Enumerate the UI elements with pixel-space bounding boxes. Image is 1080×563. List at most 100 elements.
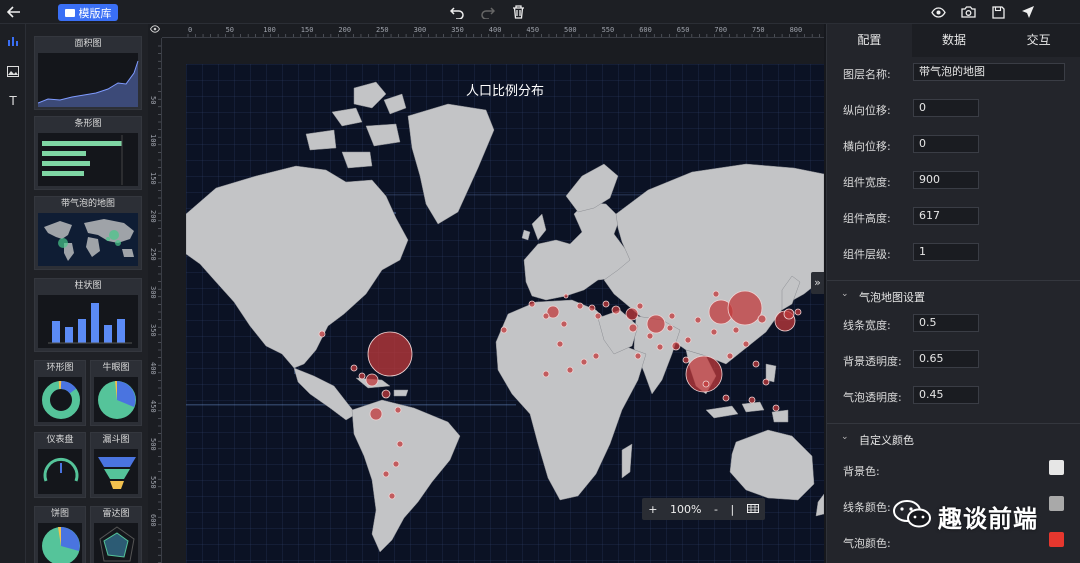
- map-bubble[interactable]: [726, 352, 734, 360]
- bar-chart-icon[interactable]: [6, 34, 20, 48]
- map-bubble[interactable]: [367, 331, 413, 377]
- undo-icon[interactable]: [447, 2, 467, 22]
- map-bubble[interactable]: [594, 312, 602, 320]
- component-card-ring[interactable]: 环形图: [34, 360, 86, 426]
- map-bubble[interactable]: [392, 460, 400, 468]
- tab-interaction[interactable]: 交互: [996, 24, 1080, 57]
- component-card-pie[interactable]: 饼图: [34, 506, 86, 563]
- eye-icon[interactable]: [928, 2, 948, 22]
- eye-icon[interactable]: [148, 24, 162, 38]
- map-bubble[interactable]: [794, 308, 802, 316]
- map-bubble[interactable]: [563, 293, 569, 299]
- component-card-bar[interactable]: 条形图: [34, 116, 142, 190]
- map-bubble[interactable]: [350, 364, 358, 372]
- component-card-bubble-map[interactable]: 带气泡的地图: [34, 196, 142, 270]
- map-bubble[interactable]: [684, 336, 692, 344]
- map-bubble[interactable]: [634, 352, 642, 360]
- tab-data[interactable]: 数据: [912, 24, 997, 57]
- map-bubble[interactable]: [542, 370, 550, 378]
- send-icon[interactable]: [1018, 2, 1038, 22]
- map-bubble[interactable]: [712, 290, 720, 298]
- map-bubble[interactable]: [671, 341, 681, 351]
- bubble-map-component[interactable]: 人口比例分布: [186, 64, 824, 563]
- map-bubble[interactable]: [772, 404, 780, 412]
- editor-canvas[interactable]: 人口比例分布 + 100% - |: [162, 38, 824, 563]
- map-bubble[interactable]: [318, 330, 326, 338]
- bubble-color-swatch[interactable]: [1049, 532, 1064, 547]
- text-icon[interactable]: T: [6, 94, 20, 108]
- map-bubble[interactable]: [528, 300, 536, 308]
- bubble-opacity-input[interactable]: 0.45: [913, 386, 979, 404]
- map-bubble[interactable]: [602, 300, 610, 308]
- map-bubble[interactable]: [727, 290, 763, 326]
- map-bubble[interactable]: [668, 312, 676, 320]
- component-card-funnel[interactable]: 漏斗图: [90, 432, 142, 498]
- layer-name-input[interactable]: 带气泡的地图: [913, 63, 1065, 81]
- map-bubble[interactable]: [682, 356, 690, 364]
- component-card-column[interactable]: 柱状图: [34, 278, 142, 352]
- keyboard-grid-icon[interactable]: [746, 503, 759, 516]
- map-bubble[interactable]: [576, 302, 584, 310]
- map-bubble[interactable]: [752, 360, 760, 368]
- map-bubble[interactable]: [611, 305, 621, 315]
- background-color-swatch[interactable]: [1049, 460, 1064, 475]
- template-library-button[interactable]: 模版库: [58, 4, 118, 21]
- collapse-panel-button[interactable]: »: [811, 272, 824, 294]
- map-bubble[interactable]: [394, 406, 402, 414]
- map-bubble[interactable]: [628, 323, 638, 333]
- camera-icon[interactable]: [958, 2, 978, 22]
- map-bubble[interactable]: [757, 314, 767, 324]
- map-bubble[interactable]: [566, 366, 574, 374]
- image-icon[interactable]: [6, 64, 20, 78]
- map-bubble[interactable]: [783, 308, 795, 320]
- arrow-left-icon[interactable]: [4, 2, 24, 22]
- map-bubble[interactable]: [702, 380, 710, 388]
- tab-config[interactable]: 配置: [827, 24, 912, 57]
- line-color-swatch[interactable]: [1049, 496, 1064, 511]
- offset-x-input[interactable]: 0: [913, 135, 979, 153]
- component-card-gauge[interactable]: 仪表盘: [34, 432, 86, 498]
- map-bubble[interactable]: [646, 332, 654, 340]
- zoom-in-button[interactable]: +: [648, 503, 657, 516]
- zoom-out-button[interactable]: -: [714, 503, 718, 516]
- map-bubble[interactable]: [694, 316, 702, 324]
- map-bubble[interactable]: [580, 358, 588, 366]
- z-index-input[interactable]: 1: [913, 243, 979, 261]
- map-bubble[interactable]: [748, 396, 756, 404]
- map-bubble[interactable]: [381, 389, 391, 399]
- map-bubble[interactable]: [625, 307, 639, 321]
- map-bubble[interactable]: [369, 407, 383, 421]
- map-bubble[interactable]: [732, 326, 740, 334]
- component-card-bullseye[interactable]: 牛眼图: [90, 360, 142, 426]
- trash-icon[interactable]: [508, 2, 528, 22]
- component-card-area[interactable]: 面积图: [34, 36, 142, 110]
- map-bubble[interactable]: [762, 378, 770, 386]
- map-bubble[interactable]: [646, 314, 666, 334]
- map-bubble[interactable]: [556, 340, 564, 348]
- map-bubble[interactable]: [396, 440, 404, 448]
- map-bubble[interactable]: [542, 312, 550, 320]
- map-bubble[interactable]: [388, 492, 396, 500]
- map-bubble[interactable]: [742, 340, 750, 348]
- component-card-radar[interactable]: 雷达图: [90, 506, 142, 563]
- map-bubble[interactable]: [722, 394, 730, 402]
- map-bubble[interactable]: [666, 324, 674, 332]
- background-opacity-input[interactable]: 0.65: [913, 350, 979, 368]
- map-bubble[interactable]: [358, 372, 366, 380]
- line-width-input[interactable]: 0.5: [913, 314, 979, 332]
- map-bubble[interactable]: [588, 304, 596, 312]
- map-bubble[interactable]: [560, 320, 568, 328]
- redo-icon[interactable]: [478, 2, 498, 22]
- map-bubble[interactable]: [592, 352, 600, 360]
- width-input[interactable]: 900: [913, 171, 979, 189]
- height-input[interactable]: 617: [913, 207, 979, 225]
- bubble-settings-header[interactable]: ⌄ 气泡地图设置: [827, 280, 1080, 310]
- custom-colors-header[interactable]: ⌄ 自定义颜色: [827, 423, 1080, 453]
- map-bubble[interactable]: [710, 328, 718, 336]
- offset-y-input[interactable]: 0: [913, 99, 979, 117]
- map-bubble[interactable]: [365, 373, 379, 387]
- save-icon[interactable]: [988, 2, 1008, 22]
- map-bubble[interactable]: [636, 302, 644, 310]
- map-bubble[interactable]: [382, 470, 390, 478]
- map-bubble[interactable]: [656, 343, 664, 351]
